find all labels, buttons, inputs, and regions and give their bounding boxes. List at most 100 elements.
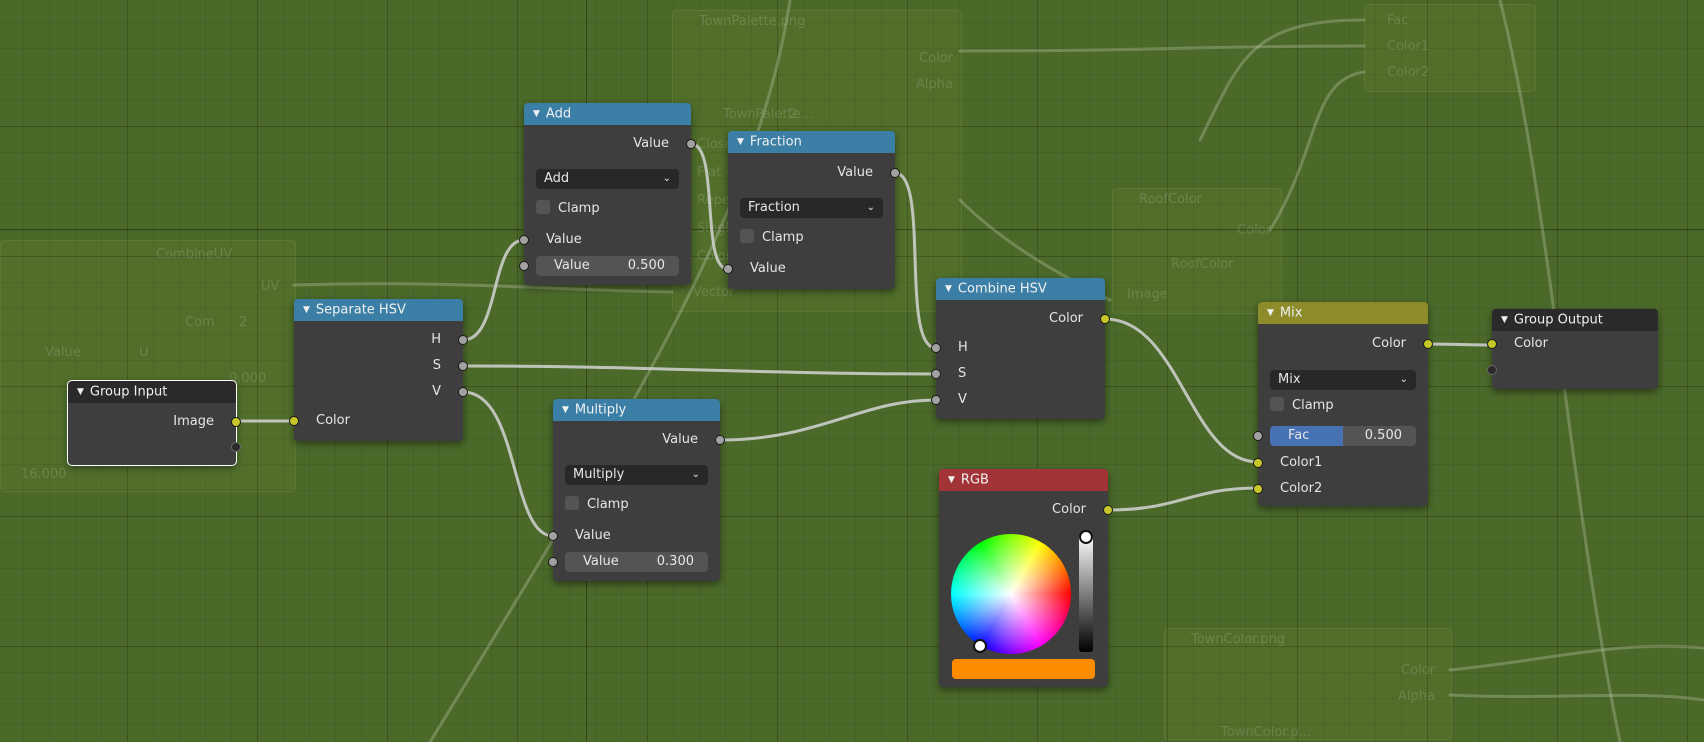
add-output-socket[interactable] — [686, 139, 696, 149]
combine-hsv-output-socket[interactable] — [1100, 314, 1110, 324]
multiply-value-field-value: 0.300 — [656, 554, 694, 569]
mix-fac-value: 0.500 — [1364, 428, 1402, 443]
fraction-clamp-checkbox[interactable]: Clamp — [740, 228, 804, 248]
multiply-node[interactable]: ▼ Multiply Value Multiply ⌄ Clamp Value Va… — [548, 399, 725, 581]
combine-hsv-title: Combine HSV — [957, 281, 1047, 297]
multiply-input-socket[interactable] — [548, 531, 558, 541]
collapse-triangle-icon[interactable]: ▼ — [562, 399, 569, 421]
multiply-value-field[interactable]: Value 0.300 — [565, 552, 708, 572]
color-wheel[interactable] — [951, 534, 1071, 654]
add-operation-value: Add — [544, 171, 570, 186]
multiply-output-label: Value — [662, 432, 698, 447]
multiply-output-socket[interactable] — [715, 435, 725, 445]
checkbox-icon[interactable] — [536, 200, 550, 214]
rgb-output-socket[interactable] — [1103, 505, 1113, 515]
link-mix-to-output — [1426, 342, 1494, 347]
value-slider-handle[interactable] — [1079, 530, 1093, 544]
add-value-field[interactable]: Value 0.500 — [536, 256, 679, 276]
add-value-field-value: 0.500 — [627, 258, 665, 273]
combine-hsv-h-socket[interactable] — [931, 343, 941, 353]
add-clamp-checkbox[interactable]: Clamp — [536, 199, 600, 219]
multiply-value-socket[interactable] — [548, 557, 558, 567]
separate-hsv-s-socket[interactable] — [458, 361, 468, 371]
fraction-operation-dropdown[interactable]: Fraction ⌄ — [740, 198, 883, 218]
mix-color2-socket[interactable] — [1253, 484, 1263, 494]
group-input-image-socket[interactable] — [231, 417, 241, 427]
group-output-color-label: Color — [1514, 336, 1548, 351]
multiply-title: Multiply — [574, 402, 627, 418]
mix-node[interactable]: ▼ Mix Color Mix ⌄ Clamp Fac 0.500 Color1 C… — [1253, 302, 1433, 506]
checkbox-icon[interactable] — [740, 229, 754, 243]
collapse-triangle-icon[interactable]: ▼ — [77, 381, 84, 403]
add-input-label: Value — [546, 232, 582, 247]
group-input-empty-socket[interactable] — [231, 442, 241, 452]
add-value-socket[interactable] — [519, 261, 529, 271]
collapse-triangle-icon[interactable]: ▼ — [303, 299, 310, 321]
group-output-empty-socket[interactable] — [1487, 365, 1497, 375]
group-input-header[interactable]: ▼ Group Input — [68, 381, 236, 403]
add-input-socket[interactable] — [519, 235, 529, 245]
collapse-triangle-icon[interactable]: ▼ — [1267, 302, 1274, 324]
add-output-label: Value — [633, 136, 669, 151]
mix-header[interactable]: ▼ Mix — [1258, 302, 1428, 324]
combine-hsv-header[interactable]: ▼ Combine HSV — [936, 278, 1105, 300]
rgb-title: RGB — [960, 472, 989, 488]
separate-hsv-s-label: S — [432, 358, 441, 373]
group-output-color-socket[interactable] — [1487, 339, 1497, 349]
node-links — [234, 0, 1704, 742]
separate-hsv-color-socket[interactable] — [289, 416, 299, 426]
fraction-input-socket[interactable] — [723, 264, 733, 274]
group-input-node[interactable]: ▼ Group Input Image — [67, 380, 241, 466]
mix-output-socket[interactable] — [1423, 339, 1433, 349]
separate-hsv-v-socket[interactable] — [458, 387, 468, 397]
chevron-down-icon: ⌄ — [662, 173, 671, 184]
rgb-header[interactable]: ▼ RGB — [939, 469, 1108, 491]
collapse-triangle-icon[interactable]: ▼ — [737, 131, 744, 153]
mix-fac-slider[interactable]: Fac 0.500 — [1270, 426, 1416, 446]
rgb-node[interactable]: ▼ RGB Color — [939, 469, 1113, 687]
add-clamp-label: Clamp — [558, 201, 600, 216]
fraction-header[interactable]: ▼ Fraction — [728, 131, 895, 153]
multiply-operation-dropdown[interactable]: Multiply ⌄ — [565, 465, 708, 485]
combine-hsv-node[interactable]: ▼ Combine HSV Color H S V — [931, 278, 1110, 419]
fraction-output-socket[interactable] — [890, 168, 900, 178]
chevron-down-icon: ⌄ — [866, 202, 875, 213]
multiply-clamp-checkbox[interactable]: Clamp — [565, 495, 629, 515]
collapse-triangle-icon[interactable]: ▼ — [533, 103, 540, 125]
fraction-node[interactable]: ▼ Fraction Value Fraction ⌄ Clamp Value — [723, 131, 900, 289]
fraction-title: Fraction — [749, 134, 802, 150]
mix-clamp-checkbox[interactable]: Clamp — [1270, 396, 1334, 416]
combine-hsv-v-socket[interactable] — [931, 395, 941, 405]
color-wheel-cursor[interactable] — [973, 639, 987, 653]
separate-hsv-v-label: V — [432, 384, 441, 399]
rgb-color-swatch[interactable] — [952, 659, 1095, 679]
separate-hsv-h-label: H — [431, 332, 441, 347]
rgb-output-label: Color — [1052, 502, 1086, 517]
combine-hsv-s-label: S — [958, 366, 967, 381]
mix-fac-socket[interactable] — [1253, 431, 1263, 441]
separate-hsv-header[interactable]: ▼ Separate HSV — [294, 299, 463, 321]
mix-title: Mix — [1279, 305, 1303, 321]
group-output-header[interactable]: ▼ Group Output — [1492, 309, 1658, 331]
checkbox-icon[interactable] — [1270, 397, 1284, 411]
separate-hsv-color-label: Color — [316, 413, 350, 428]
link-combine-to-mix — [1103, 317, 1260, 464]
collapse-triangle-icon[interactable]: ▼ — [948, 469, 955, 491]
collapse-triangle-icon[interactable]: ▼ — [1501, 309, 1508, 331]
separate-hsv-h-socket[interactable] — [458, 335, 468, 345]
multiply-clamp-label: Clamp — [587, 497, 629, 512]
add-operation-dropdown[interactable]: Add ⌄ — [536, 169, 679, 189]
link-v-to-multiply — [461, 390, 555, 538]
collapse-triangle-icon[interactable]: ▼ — [945, 278, 952, 300]
group-output-node[interactable]: ▼ Group Output Color — [1487, 309, 1658, 389]
checkbox-icon[interactable] — [565, 496, 579, 510]
bg-link-5 — [1448, 644, 1704, 672]
multiply-header[interactable]: ▼ Multiply — [553, 399, 720, 421]
combine-hsv-s-socket[interactable] — [931, 369, 941, 379]
mix-blend-dropdown[interactable]: Mix ⌄ — [1270, 370, 1416, 390]
separate-hsv-node[interactable]: ▼ Separate HSV H S V Color — [289, 299, 468, 441]
add-node[interactable]: ▼ Add Value Add ⌄ Clamp Value Value 0.500 — [519, 103, 696, 285]
value-slider[interactable] — [1079, 534, 1093, 652]
mix-color1-socket[interactable] — [1253, 458, 1263, 468]
add-header[interactable]: ▼ Add — [524, 103, 691, 125]
